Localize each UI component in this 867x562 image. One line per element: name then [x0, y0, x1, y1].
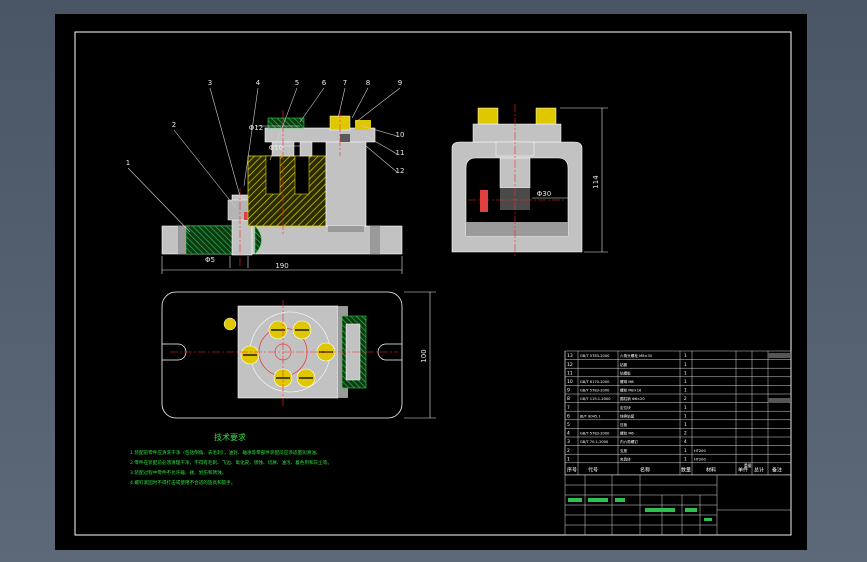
bom-cell-name: 钻模板 — [620, 370, 631, 375]
bom-cell-no: 8 — [567, 396, 570, 402]
title-block-stamp — [768, 353, 790, 358]
bom-cell-no: 1 — [567, 456, 570, 462]
bom-cell-name: 六角头螺栓 M8×30 — [620, 353, 653, 358]
bom-cell-qty: 1 — [684, 379, 687, 384]
balloon-1: 1 — [126, 159, 130, 167]
bom-cell-code: GB/T 5783-2000 — [580, 432, 610, 436]
balloon-2: 2 — [172, 121, 176, 129]
bom-cell-qty: 1 — [684, 448, 687, 453]
plan-view — [161, 291, 436, 419]
drawing-canvas: 190 Φ5 Φ12 Φ10 123 4 5 6 7 8 9101112 114 Φ30 — [55, 14, 807, 550]
side-height-dim: 114 — [592, 175, 600, 189]
bom-cell-no: 13 — [567, 353, 573, 359]
bom-cell-name: 螺母 M8 — [620, 379, 634, 384]
bom-header-mat: 材料 — [706, 466, 716, 473]
front-width-dim: 190 — [275, 262, 288, 270]
bom-header-code: 代号 — [588, 466, 598, 473]
bom-cell-no: 3 — [567, 439, 570, 445]
front-top-dim-b: Φ10 — [269, 144, 283, 152]
bom-header-total: 总计 — [754, 466, 764, 473]
bom-cell-qty: 1 — [684, 413, 687, 418]
bom-cell-name: 钻套 — [620, 362, 628, 367]
title-block-stamp-2 — [768, 398, 790, 403]
bom-cell-qty: 1 — [684, 405, 687, 410]
balloon-4: 4 — [256, 79, 261, 87]
bom-cell-code: GB/T 70.1-2000 — [580, 440, 609, 444]
balloon-9: 9 — [398, 79, 402, 87]
bom-cell-name: 支座 — [620, 448, 628, 453]
balloon-6: 6 — [322, 79, 327, 87]
bom-cell-no: 9 — [567, 388, 570, 394]
notes-line-2: 2.零件在装配前必须清理干净，不得有毛刺、飞边、氧化皮、锈蚀、切屑、油污、着色剂… — [130, 459, 332, 466]
bom-cell-no: 4 — [567, 431, 570, 437]
bom-cell-no: 6 — [567, 413, 570, 419]
balloon-11: 11 — [396, 149, 405, 157]
bom-cell-no: 10 — [567, 379, 573, 385]
bom-cell-code: GB/T 5783-2000 — [580, 389, 610, 393]
bom-cell-qty: 1 — [684, 370, 687, 375]
bom-cell-qty: 1 — [684, 353, 687, 358]
bom-cell-code: GB/T 5783-2000 — [580, 354, 610, 358]
bom-cell-no: 7 — [567, 405, 570, 411]
bom-cell-name: 夹具体 — [620, 456, 631, 461]
side-bore-dim: Φ30 — [537, 190, 551, 198]
balloon-7: 7 — [343, 79, 347, 87]
bom-cell-mat: HT200 — [694, 457, 706, 461]
drawing-sheet — [55, 14, 807, 550]
bom-cell-name: 快换钻套 — [620, 413, 635, 418]
front-hatched-block — [247, 155, 327, 227]
front-top-dim-a: Φ12 — [249, 124, 263, 132]
bom-cell-name: 螺栓 M6 — [620, 431, 634, 436]
notes-line-3: 3.装配过程中零件不允许磕、碰、划伤和锈蚀。 — [130, 469, 226, 476]
bom-header-name: 名称 — [640, 466, 650, 473]
front-green-locator — [185, 225, 236, 255]
bom-cell-qty: 2 — [684, 431, 687, 436]
bom-cell-name: 螺栓 M8×16 — [620, 388, 642, 393]
balloon-5: 5 — [295, 79, 299, 87]
front-upright — [325, 139, 367, 227]
notes-line-1: 1.装配前零件应清洗干净（包括倒角、去毛刺），油封、轴承等零部件装配前应涂适量润… — [130, 449, 320, 456]
bom-cell-code: GB/T 6170-2000 — [580, 380, 610, 384]
bom-cell-qty: 4 — [684, 439, 687, 444]
bom-header-qty: 数量 — [681, 466, 691, 473]
bom-cell-name: 定位块 — [620, 405, 631, 410]
bom-cell-qty: 1 — [684, 362, 687, 367]
bom-header-note: 备注 — [772, 466, 782, 473]
bom-cell-qty: 1 — [684, 422, 687, 427]
notes-title: 技术要求 — [214, 432, 246, 442]
bom-cell-qty: 1 — [684, 388, 687, 393]
balloon-8: 8 — [366, 79, 370, 87]
bom-cell-name: 内六角螺钉 — [620, 439, 638, 444]
bom-header-no: 序号 — [567, 466, 577, 473]
bom-cell-qty: 2 — [684, 396, 687, 401]
bom-cell-no: 11 — [567, 370, 573, 376]
bom-cell-code: GB/T 119.1-2000 — [580, 397, 611, 401]
balloon-12: 12 — [396, 167, 405, 175]
bom-header-weight: 重量 — [744, 463, 752, 468]
bom-cell-name: 圆柱销 Φ6×20 — [620, 396, 645, 401]
balloon-10: 10 — [396, 131, 405, 139]
bom-cell-qty: 1 — [684, 456, 687, 461]
balloon-3: 3 — [208, 79, 212, 87]
bom-cell-mat: HT200 — [694, 449, 706, 453]
bom-cell-no: 12 — [567, 362, 573, 368]
bom-cell-code: JB/T 8045.1 — [579, 414, 601, 418]
bom-cell-name: 压板 — [620, 422, 628, 427]
notes-line-4: 4.螺钉紧固时不得打击或使用不合适的旋具和扳手。 — [130, 479, 235, 486]
plan-height-dim: 100 — [420, 349, 428, 362]
front-left-dim: Φ5 — [205, 256, 215, 264]
bom-cell-no: 5 — [567, 422, 570, 428]
bom-cell-no: 2 — [567, 448, 570, 454]
